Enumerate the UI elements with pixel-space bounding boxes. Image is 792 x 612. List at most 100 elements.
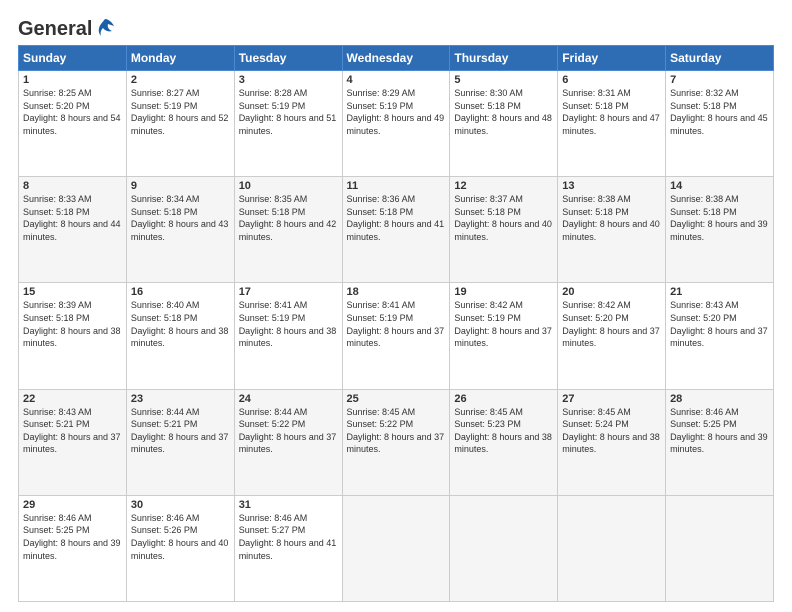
page: General SundayMondayTuesdayWednesdayThur… xyxy=(0,0,792,612)
day-number: 17 xyxy=(239,286,338,298)
day-info: Sunrise: 8:43 AMSunset: 5:20 PMDaylight:… xyxy=(670,300,768,348)
day-info: Sunrise: 8:27 AMSunset: 5:19 PMDaylight:… xyxy=(131,88,229,136)
calendar-cell: 17 Sunrise: 8:41 AMSunset: 5:19 PMDayligh… xyxy=(234,283,342,389)
day-number: 7 xyxy=(670,74,769,86)
header: General xyxy=(18,18,774,37)
calendar-cell: 16 Sunrise: 8:40 AMSunset: 5:18 PMDayligh… xyxy=(126,283,234,389)
col-header-monday: Monday xyxy=(126,46,234,71)
day-info: Sunrise: 8:37 AMSunset: 5:18 PMDaylight:… xyxy=(454,194,552,242)
day-info: Sunrise: 8:45 AMSunset: 5:23 PMDaylight:… xyxy=(454,407,552,455)
logo-general: General xyxy=(18,18,92,41)
calendar-cell: 18 Sunrise: 8:41 AMSunset: 5:19 PMDayligh… xyxy=(342,283,450,389)
col-header-saturday: Saturday xyxy=(666,46,774,71)
calendar-cell: 22Sunrise: 8:43 AMSunset: 5:21 PMDayligh… xyxy=(19,389,127,495)
calendar-cell: 26 Sunrise: 8:45 AMSunset: 5:23 PMDayligh… xyxy=(450,389,558,495)
calendar-cell: 24 Sunrise: 8:44 AMSunset: 5:22 PMDayligh… xyxy=(234,389,342,495)
day-number: 21 xyxy=(670,286,769,298)
calendar-cell: 19Sunrise: 8:42 AMSunset: 5:19 PMDayligh… xyxy=(450,283,558,389)
day-number: 14 xyxy=(670,180,769,192)
day-number: 8 xyxy=(23,180,122,192)
day-info: Sunrise: 8:34 AMSunset: 5:18 PMDaylight:… xyxy=(131,194,229,242)
day-info: Sunrise: 8:29 AMSunset: 5:19 PMDaylight:… xyxy=(347,88,445,136)
calendar-cell: 4 Sunrise: 8:29 AMSunset: 5:19 PMDaylight… xyxy=(342,71,450,177)
calendar-cell: 13Sunrise: 8:38 AMSunset: 5:18 PMDayligh… xyxy=(558,177,666,283)
day-info: Sunrise: 8:46 AMSunset: 5:27 PMDaylight:… xyxy=(239,513,337,561)
day-info: Sunrise: 8:39 AMSunset: 5:18 PMDaylight:… xyxy=(23,300,121,348)
day-number: 5 xyxy=(454,74,553,86)
day-number: 1 xyxy=(23,74,122,86)
day-info: Sunrise: 8:42 AMSunset: 5:19 PMDaylight:… xyxy=(454,300,552,348)
day-info: Sunrise: 8:44 AMSunset: 5:21 PMDaylight:… xyxy=(131,407,229,455)
calendar-cell xyxy=(558,495,666,601)
day-info: Sunrise: 8:30 AMSunset: 5:18 PMDaylight:… xyxy=(454,88,552,136)
day-number: 10 xyxy=(239,180,338,192)
day-number: 26 xyxy=(454,393,553,405)
calendar-cell: 27 Sunrise: 8:45 AMSunset: 5:24 PMDayligh… xyxy=(558,389,666,495)
day-info: Sunrise: 8:38 AMSunset: 5:18 PMDaylight:… xyxy=(670,194,768,242)
day-info: Sunrise: 8:46 AMSunset: 5:25 PMDaylight:… xyxy=(23,513,121,561)
day-info: Sunrise: 8:46 AMSunset: 5:26 PMDaylight:… xyxy=(131,513,229,561)
day-number: 12 xyxy=(454,180,553,192)
calendar-cell: 25Sunrise: 8:45 AMSunset: 5:22 PMDayligh… xyxy=(342,389,450,495)
day-number: 28 xyxy=(670,393,769,405)
calendar-cell: 31 Sunrise: 8:46 AMSunset: 5:27 PMDayligh… xyxy=(234,495,342,601)
day-number: 16 xyxy=(131,286,230,298)
calendar-cell: 10Sunrise: 8:35 AMSunset: 5:18 PMDayligh… xyxy=(234,177,342,283)
day-number: 3 xyxy=(239,74,338,86)
day-info: Sunrise: 8:25 AMSunset: 5:20 PMDaylight:… xyxy=(23,88,121,136)
calendar-cell: 7 Sunrise: 8:32 AMSunset: 5:18 PMDaylight… xyxy=(666,71,774,177)
day-number: 25 xyxy=(347,393,446,405)
logo-bird-icon xyxy=(94,17,116,39)
col-header-thursday: Thursday xyxy=(450,46,558,71)
day-info: Sunrise: 8:28 AMSunset: 5:19 PMDaylight:… xyxy=(239,88,337,136)
day-info: Sunrise: 8:31 AMSunset: 5:18 PMDaylight:… xyxy=(562,88,660,136)
calendar-cell: 3 Sunrise: 8:28 AMSunset: 5:19 PMDaylight… xyxy=(234,71,342,177)
calendar-cell: 20 Sunrise: 8:42 AMSunset: 5:20 PMDayligh… xyxy=(558,283,666,389)
day-number: 18 xyxy=(347,286,446,298)
calendar-cell xyxy=(450,495,558,601)
day-info: Sunrise: 8:41 AMSunset: 5:19 PMDaylight:… xyxy=(239,300,337,348)
day-number: 15 xyxy=(23,286,122,298)
day-info: Sunrise: 8:38 AMSunset: 5:18 PMDaylight:… xyxy=(562,194,660,242)
calendar-cell: 6 Sunrise: 8:31 AMSunset: 5:18 PMDaylight… xyxy=(558,71,666,177)
day-number: 9 xyxy=(131,180,230,192)
calendar-cell xyxy=(342,495,450,601)
calendar-cell: 28Sunrise: 8:46 AMSunset: 5:25 PMDayligh… xyxy=(666,389,774,495)
calendar-cell: 11 Sunrise: 8:36 AMSunset: 5:18 PMDayligh… xyxy=(342,177,450,283)
day-number: 27 xyxy=(562,393,661,405)
calendar-cell: 15 Sunrise: 8:39 AMSunset: 5:18 PMDayligh… xyxy=(19,283,127,389)
col-header-sunday: Sunday xyxy=(19,46,127,71)
day-info: Sunrise: 8:40 AMSunset: 5:18 PMDaylight:… xyxy=(131,300,229,348)
calendar-cell: 23Sunrise: 8:44 AMSunset: 5:21 PMDayligh… xyxy=(126,389,234,495)
day-info: Sunrise: 8:36 AMSunset: 5:18 PMDaylight:… xyxy=(347,194,445,242)
day-info: Sunrise: 8:42 AMSunset: 5:20 PMDaylight:… xyxy=(562,300,660,348)
day-number: 22 xyxy=(23,393,122,405)
day-info: Sunrise: 8:44 AMSunset: 5:22 PMDaylight:… xyxy=(239,407,337,455)
day-info: Sunrise: 8:45 AMSunset: 5:24 PMDaylight:… xyxy=(562,407,660,455)
col-header-wednesday: Wednesday xyxy=(342,46,450,71)
day-number: 20 xyxy=(562,286,661,298)
logo: General xyxy=(18,18,116,37)
day-number: 4 xyxy=(347,74,446,86)
day-info: Sunrise: 8:41 AMSunset: 5:19 PMDaylight:… xyxy=(347,300,445,348)
day-number: 30 xyxy=(131,499,230,511)
col-header-friday: Friday xyxy=(558,46,666,71)
calendar-cell: 14 Sunrise: 8:38 AMSunset: 5:18 PMDayligh… xyxy=(666,177,774,283)
calendar-cell xyxy=(666,495,774,601)
calendar-cell: 30 Sunrise: 8:46 AMSunset: 5:26 PMDayligh… xyxy=(126,495,234,601)
calendar-cell: 8 Sunrise: 8:33 AMSunset: 5:18 PMDaylight… xyxy=(19,177,127,283)
calendar-cell: 1 Sunrise: 8:25 AMSunset: 5:20 PMDaylight… xyxy=(19,71,127,177)
col-header-tuesday: Tuesday xyxy=(234,46,342,71)
day-info: Sunrise: 8:33 AMSunset: 5:18 PMDaylight:… xyxy=(23,194,121,242)
day-number: 11 xyxy=(347,180,446,192)
day-number: 24 xyxy=(239,393,338,405)
day-number: 31 xyxy=(239,499,338,511)
calendar-cell: 5 Sunrise: 8:30 AMSunset: 5:18 PMDaylight… xyxy=(450,71,558,177)
calendar-table: SundayMondayTuesdayWednesdayThursdayFrid… xyxy=(18,45,774,602)
calendar-cell: 2 Sunrise: 8:27 AMSunset: 5:19 PMDaylight… xyxy=(126,71,234,177)
calendar-cell: 12 Sunrise: 8:37 AMSunset: 5:18 PMDayligh… xyxy=(450,177,558,283)
calendar-cell: 29Sunrise: 8:46 AMSunset: 5:25 PMDayligh… xyxy=(19,495,127,601)
day-info: Sunrise: 8:32 AMSunset: 5:18 PMDaylight:… xyxy=(670,88,768,136)
day-number: 2 xyxy=(131,74,230,86)
day-number: 6 xyxy=(562,74,661,86)
